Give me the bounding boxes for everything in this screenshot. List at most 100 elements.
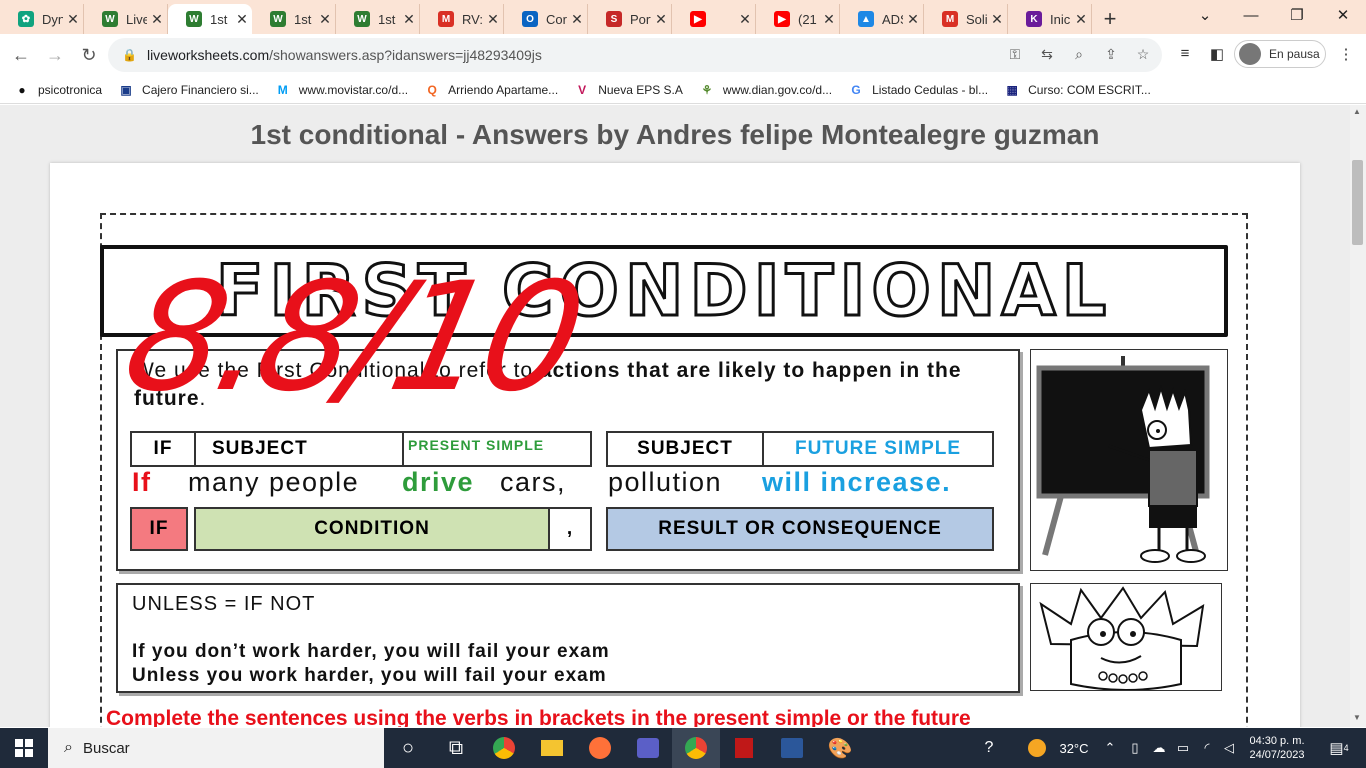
avatar <box>1239 43 1261 65</box>
bookmark-label: Listado Cedulas - bl... <box>872 82 989 97</box>
tab-11[interactable]: M Soli ✕ <box>924 4 1008 34</box>
tab-close-icon[interactable]: ✕ <box>315 11 335 28</box>
bookmark-0[interactable]: ● psicotronica <box>14 82 102 98</box>
tab-close-icon[interactable]: ✕ <box>903 11 923 28</box>
unless-example-2: Unless you work harder, you will fail yo… <box>132 665 607 686</box>
word-icon[interactable] <box>768 728 816 768</box>
tab-close-icon[interactable]: ✕ <box>147 11 167 28</box>
weather-icon[interactable] <box>1024 728 1050 768</box>
bookmark-7[interactable]: ▦ Curso: COM ESCRIT... <box>1004 82 1150 98</box>
help-icon[interactable]: ? <box>976 728 1002 768</box>
tab-favicon-icon: ▲ <box>858 11 874 27</box>
paint-icon[interactable]: 🎨 <box>816 728 864 768</box>
firefox-icon[interactable] <box>576 728 624 768</box>
vertical-scrollbar[interactable]: ▲ ▼ <box>1350 105 1366 727</box>
cloud-icon[interactable]: ☁ <box>1148 728 1170 768</box>
zoom-icon[interactable]: ⌕ <box>1070 46 1088 64</box>
bookmark-label: psicotronica <box>38 82 103 97</box>
new-tab-button[interactable]: + <box>1092 4 1128 34</box>
bookmark-star-icon[interactable]: ☆ <box>1134 46 1152 64</box>
media-control-icon[interactable]: ≡ <box>1175 45 1195 65</box>
tab-5[interactable]: M RV: ✕ <box>420 4 504 34</box>
temperature[interactable]: 32°C <box>1054 728 1094 768</box>
bookmark-4[interactable]: V Nueva EPS S.A <box>574 82 683 98</box>
tab-title: Dyn <box>42 11 63 27</box>
maximize-button[interactable]: ❐ <box>1274 0 1320 30</box>
example-future: will increase. <box>762 467 952 497</box>
cortana-icon[interactable]: ○ <box>384 728 432 768</box>
chevron-up-icon[interactable]: ⌃ <box>1100 728 1120 768</box>
lock-icon[interactable]: 🔒 <box>122 48 137 62</box>
translate-icon[interactable]: ⇆ <box>1038 46 1056 64</box>
taskbar-search-label: Buscar <box>82 739 130 757</box>
minimize-button[interactable]: — <box>1228 0 1274 30</box>
file-explorer-icon[interactable] <box>528 728 576 768</box>
tab-favicon-icon: ▶ <box>774 11 790 27</box>
task-view-icon[interactable]: ⧉ <box>432 728 480 768</box>
battery-icon[interactable]: ▭ <box>1172 728 1194 768</box>
tab-9[interactable]: ▶ (21 ✕ <box>756 4 840 34</box>
tab-0[interactable]: ✿ Dyn ✕ <box>0 4 84 34</box>
tab-2[interactable]: W 1st ✕ <box>168 4 252 34</box>
bookmark-1[interactable]: ▣ Cajero Financiero si... <box>118 82 259 98</box>
worksheet: FIRST CONDITIONAL We use the First Condi… <box>50 163 1300 727</box>
tab-close-icon[interactable]: ✕ <box>232 11 252 28</box>
bookmark-6[interactable]: G Listado Cedulas - bl... <box>848 82 988 98</box>
side-panel-icon[interactable]: ◧ <box>1207 45 1227 65</box>
tab-4[interactable]: W 1st ✕ <box>336 4 420 34</box>
chrome-profile-icon[interactable] <box>672 728 720 768</box>
tab-12[interactable]: K Inic ✕ <box>1008 4 1092 34</box>
tab-close-icon[interactable]: ✕ <box>651 11 671 28</box>
tab-8[interactable]: ▶ ✕ <box>672 4 756 34</box>
bookmark-5[interactable]: ⚘ www.dian.gov.co/d... <box>699 82 833 98</box>
result-box: RESULT OR CONSEQUENCE <box>606 507 994 551</box>
tab-10[interactable]: ▲ ADS✕ <box>840 4 924 34</box>
mcafee-icon[interactable] <box>720 728 768 768</box>
forward-button[interactable]: → <box>38 38 72 72</box>
volume-icon[interactable]: ◁ <box>1218 728 1240 768</box>
bookmark-label: Arriendo Apartame... <box>448 82 559 97</box>
chrome-icon[interactable] <box>480 728 528 768</box>
device-icon[interactable]: ▯ <box>1124 728 1146 768</box>
close-window-button[interactable]: ✕ <box>1320 0 1366 30</box>
tab-3[interactable]: W 1st ✕ <box>252 4 336 34</box>
key-icon[interactable]: ⚿ <box>1006 46 1024 64</box>
bookmark-2[interactable]: Mwww.movistar.co/d... <box>275 82 408 98</box>
bookmark-label: Cajero Financiero si... <box>142 82 259 97</box>
tab-1[interactable]: W Live ✕ <box>84 4 168 34</box>
wifi-icon[interactable]: ◜ <box>1196 728 1218 768</box>
menu-kebab-icon[interactable]: ⋮ <box>1336 45 1356 65</box>
profile-button[interactable]: En pausa <box>1234 40 1326 68</box>
teams-icon[interactable] <box>624 728 672 768</box>
clock[interactable]: 04:30 p. m. 24/07/2023 <box>1242 728 1312 768</box>
tab-close-icon[interactable]: ✕ <box>735 11 755 28</box>
tab-close-icon[interactable]: ✕ <box>63 11 83 28</box>
tab-close-icon[interactable]: ✕ <box>399 11 419 28</box>
notifications-icon[interactable]: ▤ 4 <box>1322 728 1356 768</box>
scroll-down-icon[interactable]: ▼ <box>1353 713 1361 722</box>
back-button[interactable]: ← <box>4 38 38 72</box>
taskbar-search[interactable]: ⌕ Buscar <box>48 728 384 768</box>
start-button[interactable] <box>0 728 48 768</box>
tab-7[interactable]: S Port✕ <box>588 4 672 34</box>
tab-6[interactable]: O Cor ✕ <box>504 4 588 34</box>
bookmark-favicon-icon: ● <box>18 82 26 97</box>
example-subject: many people <box>188 467 360 497</box>
scroll-up-icon[interactable]: ▲ <box>1353 107 1361 116</box>
exercise-instructions: Complete the sentences using the verbs i… <box>106 707 971 727</box>
tab-close-icon[interactable]: ✕ <box>819 11 839 28</box>
tab-search-button[interactable]: ⌄ <box>1182 0 1228 30</box>
tab-close-icon[interactable]: ✕ <box>567 11 587 28</box>
clock-time: 04:30 p. m. <box>1249 735 1305 747</box>
reload-button[interactable]: ↻ <box>72 38 106 72</box>
share-icon[interactable]: ⇪ <box>1102 46 1120 64</box>
bookmark-3[interactable]: Q Arriendo Apartame... <box>424 82 558 98</box>
scrollbar-thumb[interactable] <box>1352 160 1363 245</box>
bookmark-label: www.dian.gov.co/d... <box>722 82 833 97</box>
tab-favicon-icon: W <box>102 11 118 27</box>
tab-close-icon[interactable]: ✕ <box>987 11 1007 28</box>
address-bar[interactable]: 🔒 liveworksheets.com/showanswers.asp?ida… <box>108 38 1162 72</box>
tab-close-icon[interactable]: ✕ <box>1071 11 1091 28</box>
tab-close-icon[interactable]: ✕ <box>483 11 503 28</box>
bookmark-favicon-icon: ▦ <box>1006 82 1018 97</box>
